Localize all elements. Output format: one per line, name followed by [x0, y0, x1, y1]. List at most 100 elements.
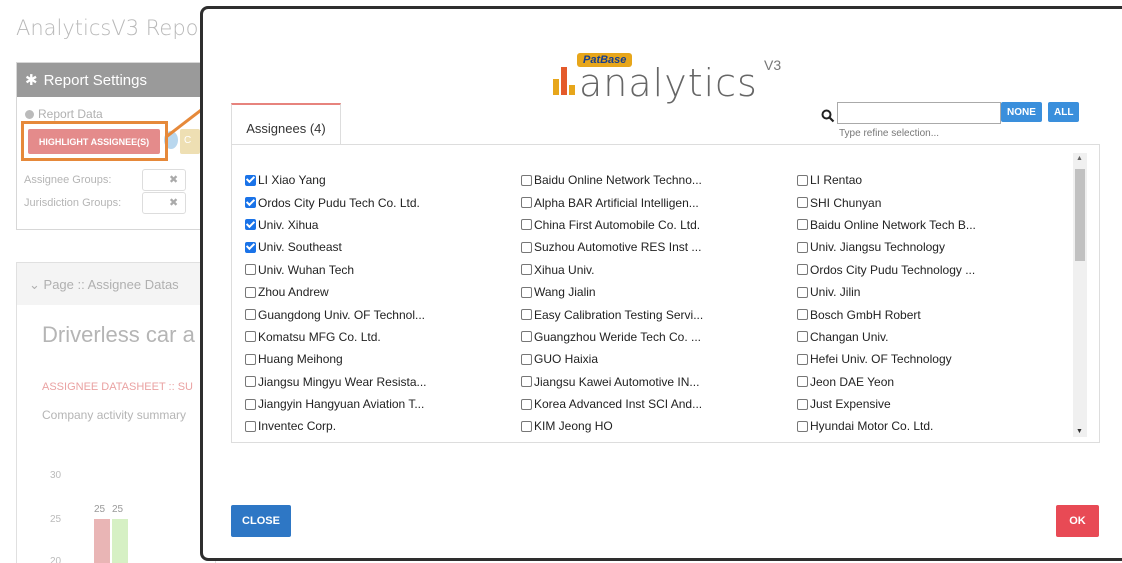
page-panel-header[interactable]: ⌄ Page :: Assignee Datas	[17, 263, 215, 305]
clear-icon[interactable]: ✖	[169, 173, 178, 186]
checkbox-unchecked[interactable]	[521, 241, 532, 253]
scrollbar-thumb[interactable]	[1075, 169, 1085, 261]
checkbox-unchecked[interactable]	[797, 286, 808, 298]
assignee-label: Jeon DAE Yeon	[810, 374, 895, 389]
assignee-list-item[interactable]: Ordos City Pudu Tech Co. Ltd.	[245, 191, 427, 213]
assignee-list-item[interactable]: Univ. Southeast	[245, 236, 427, 258]
checkbox-unchecked[interactable]	[521, 197, 532, 209]
assignee-list-item[interactable]: Guangdong Univ. OF Technol...	[245, 303, 427, 325]
assignee-list-item[interactable]: Easy Calibration Testing Servi...	[521, 303, 703, 325]
checkbox-unchecked[interactable]	[797, 420, 808, 432]
checkbox-unchecked[interactable]	[521, 219, 532, 231]
assignee-list-item[interactable]: Suzhou Automotive RES Inst ...	[521, 236, 703, 258]
scroll-up-arrow-icon[interactable]: ▲	[1076, 155, 1083, 162]
assignee-list-item[interactable]: Huang Meihong	[245, 348, 427, 370]
assignee-list-item[interactable]: LI Rentao	[797, 169, 976, 191]
ok-button[interactable]: OK	[1056, 505, 1099, 537]
assignee-list-item[interactable]: GUO Haixia	[521, 348, 703, 370]
report-settings-title: Report Settings	[43, 71, 147, 89]
assignee-groups-label: Assignee Groups:	[24, 174, 112, 186]
checkbox-checked[interactable]	[245, 219, 256, 231]
assignee-list-item[interactable]: Changan Univ.	[797, 326, 976, 348]
jurisdiction-groups-select[interactable]	[142, 192, 186, 214]
checkbox-unchecked[interactable]	[245, 398, 256, 410]
checkbox-unchecked[interactable]	[245, 309, 256, 321]
search-icon	[821, 109, 835, 123]
checkbox-unchecked[interactable]	[521, 264, 532, 276]
assignee-label: Jiangyin Hangyuan Aviation T...	[258, 397, 425, 412]
highlight-extra-button[interactable]: C	[180, 129, 200, 154]
assignee-label: Easy Calibration Testing Servi...	[534, 307, 704, 322]
assignee-list-item[interactable]: KIM Jeong HO	[521, 415, 703, 437]
checkbox-unchecked[interactable]	[521, 376, 532, 388]
select-all-button[interactable]: ALL	[1048, 102, 1080, 122]
assignee-list-item[interactable]: Bosch GmbH Robert	[797, 303, 976, 325]
checkbox-unchecked[interactable]	[797, 309, 808, 321]
page-heading: Driverless car a	[42, 322, 195, 347]
checkbox-unchecked[interactable]	[521, 398, 532, 410]
report-settings-header[interactable]: ✱ Report Settings	[17, 63, 215, 97]
assignee-list-item[interactable]: Inventec Corp.	[245, 415, 427, 437]
checkbox-unchecked[interactable]	[245, 420, 256, 432]
assignee-list-item[interactable]: Xihua Univ.	[521, 259, 703, 281]
checkbox-unchecked[interactable]	[245, 331, 256, 343]
checkbox-checked[interactable]	[245, 174, 256, 186]
assignee-list-item[interactable]: Univ. Jiangsu Technology	[797, 236, 976, 258]
assignee-list-item[interactable]: Jiangsu Mingyu Wear Resista...	[245, 371, 427, 393]
assignee-list-item[interactable]: Jeon DAE Yeon	[797, 371, 976, 393]
checkbox-unchecked[interactable]	[245, 264, 256, 276]
close-button[interactable]: CLOSE	[231, 505, 291, 537]
assignee-list-item[interactable]: Zhou Andrew	[245, 281, 427, 303]
checkbox-unchecked[interactable]	[521, 309, 532, 321]
assignee-list-item[interactable]: Just Expensive	[797, 393, 976, 415]
assignee-list-item[interactable]: LI Xiao Yang	[245, 169, 427, 191]
assignee-list-item[interactable]: Univ. Jilin	[797, 281, 976, 303]
checkbox-unchecked[interactable]	[245, 286, 256, 298]
checkbox-unchecked[interactable]	[797, 197, 808, 209]
scroll-down-arrow-icon[interactable]: ▼	[1076, 428, 1083, 435]
select-none-button[interactable]: NONE	[1001, 102, 1042, 122]
assignee-list-item[interactable]: Jiangyin Hangyuan Aviation T...	[245, 393, 427, 415]
assignee-groups-select[interactable]	[142, 169, 186, 191]
checkbox-unchecked[interactable]	[521, 174, 532, 186]
assignee-list-item[interactable]: Univ. Xihua	[245, 214, 427, 236]
checkbox-unchecked[interactable]	[797, 241, 808, 253]
checkbox-unchecked[interactable]	[797, 376, 808, 388]
assignee-list-item[interactable]: Wang Jialin	[521, 281, 703, 303]
checkbox-unchecked[interactable]	[245, 353, 256, 365]
checkbox-checked[interactable]	[245, 197, 256, 209]
refine-search-input[interactable]	[837, 102, 1001, 124]
checkbox-unchecked[interactable]	[797, 353, 808, 365]
checkbox-unchecked[interactable]	[797, 331, 808, 343]
assignee-list-item[interactable]: Komatsu MFG Co. Ltd.	[245, 326, 427, 348]
assignee-list-item[interactable]: Alpha BAR Artificial Intelligen...	[521, 191, 703, 213]
clear-icon[interactable]: ✖	[169, 196, 178, 209]
assignee-list-item[interactable]: Baidu Online Network Tech B...	[797, 214, 976, 236]
assignee-column-3: LI Rentao SHI Chunyan Baidu Online Network…	[797, 169, 976, 438]
checkbox-checked[interactable]	[245, 241, 256, 253]
assignee-list-item[interactable]: China First Automobile Co. Ltd.	[521, 214, 703, 236]
assignee-list-item[interactable]: Baidu Online Network Techno...	[521, 169, 703, 191]
assignee-list-item[interactable]: Hefei Univ. OF Technology	[797, 348, 976, 370]
tab-assignees[interactable]: Assignees (4)	[231, 103, 341, 145]
assignee-label: Huang Meihong	[258, 352, 343, 367]
checkbox-unchecked[interactable]	[521, 331, 532, 343]
checkbox-unchecked[interactable]	[797, 398, 808, 410]
checkbox-unchecked[interactable]	[245, 376, 256, 388]
assignee-list-item[interactable]: Korea Advanced Inst SCI And...	[521, 393, 703, 415]
checkbox-unchecked[interactable]	[521, 286, 532, 298]
checkbox-unchecked[interactable]	[797, 174, 808, 186]
list-scrollbar[interactable]: ▲ ▼	[1073, 153, 1087, 437]
checkbox-unchecked[interactable]	[521, 353, 532, 365]
assignee-list-item[interactable]: Guangzhou Weride Tech Co. ...	[521, 326, 703, 348]
assignee-list-item[interactable]: Hyundai Motor Co. Ltd.	[797, 415, 976, 437]
assignee-list-item[interactable]: SHI Chunyan	[797, 191, 976, 213]
assignee-list-item[interactable]: Jiangsu Kawei Automotive IN...	[521, 371, 703, 393]
assignee-list-item[interactable]: Univ. Wuhan Tech	[245, 259, 427, 281]
chevron-down-icon: ⌄	[29, 277, 40, 292]
checkbox-unchecked[interactable]	[797, 264, 808, 276]
checkbox-unchecked[interactable]	[797, 219, 808, 231]
checkbox-unchecked[interactable]	[521, 420, 532, 432]
assignee-list-item[interactable]: Ordos City Pudu Technology ...	[797, 259, 976, 281]
section-subtext: Company activity summary	[42, 408, 187, 422]
